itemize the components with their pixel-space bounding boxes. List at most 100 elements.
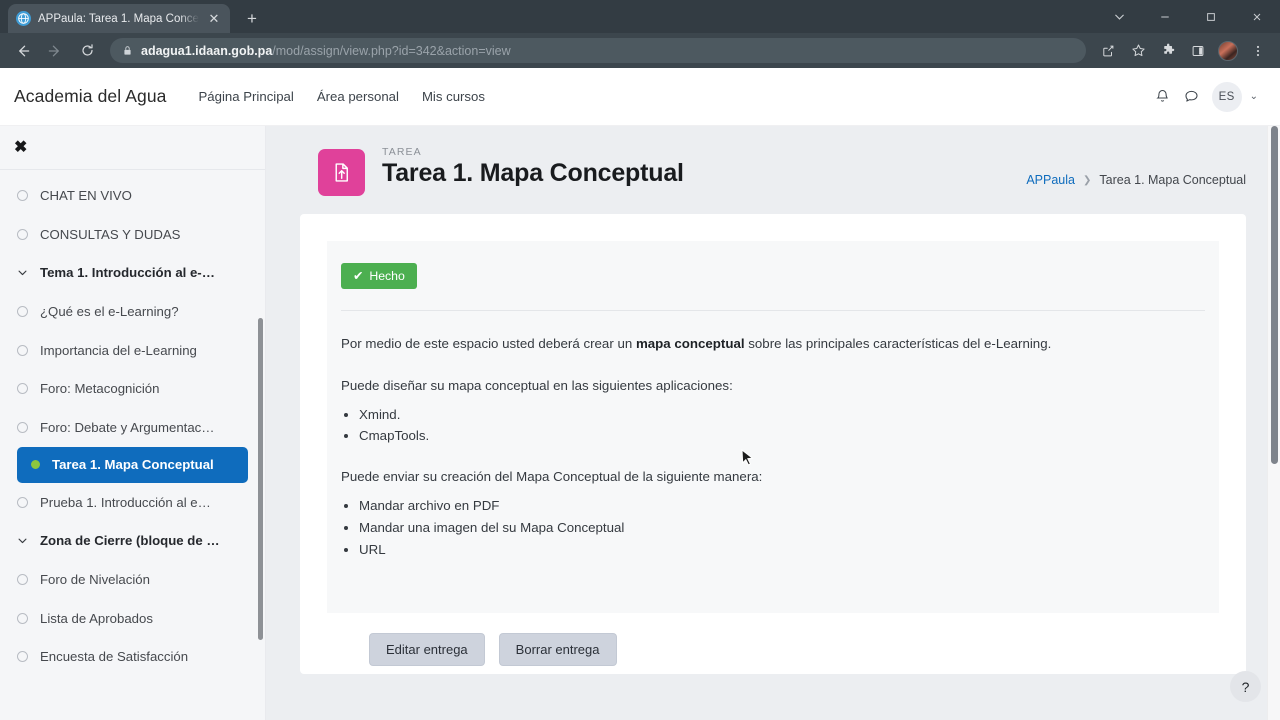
avatar [1218,40,1238,61]
chrome-menu-icon[interactable] [1244,37,1272,65]
sidebar-item-consultas-y-dudas[interactable]: CONSULTAS Y DUDAS [0,215,265,254]
activity-header: TAREA Tarea 1. Mapa Conceptual APPaula ❯… [300,146,1246,214]
sidebar-item-label: CONSULTAS Y DUDAS [40,226,181,242]
window-close-icon[interactable] [1234,0,1280,33]
main-content: TAREA Tarea 1. Mapa Conceptual APPaula ❯… [266,126,1280,720]
sidebar-item-chat-en-vivo[interactable]: CHAT EN VIVO [0,176,265,215]
nav-link-mis-cursos[interactable]: Mis cursos [422,89,485,104]
url-domain: adagua1.idaan.gob.pa [141,43,273,58]
url-path: /mod/assign/view.php?id=342&action=view [272,43,511,58]
sidebar-group-label: Tema 1. Introducción al e-… [40,265,215,281]
sidebar-item-label: CHAT EN VIVO [40,187,132,203]
circle-icon [17,228,28,240]
status-badge-label: Hecho [369,269,405,283]
page-title: Tarea 1. Mapa Conceptual [382,159,684,187]
page-viewport: Academia del Agua Página Principal Área … [0,68,1280,720]
sidebar-item-label: Lista de Aprobados [40,610,153,626]
delete-submission-button[interactable]: Borrar entrega [498,633,617,666]
activity-description-panel: ✔ Hecho Por medio de este espacio usted … [327,241,1219,613]
list-item: Mandar una imagen del su Mapa Conceptual [359,517,1205,539]
tab-close-icon[interactable]: ✕ [206,12,222,25]
sidebar-item-label: ¿Qué es el e-Learning? [40,303,179,319]
site-brand[interactable]: Academia del Agua [14,86,167,107]
sidebar-item-que-es-el-elearning[interactable]: ¿Qué es el e-Learning? [0,292,265,331]
apps-list: Xmind. CmapTools. [341,404,1205,448]
page-body: ✖ CHAT EN VIVO CONSULTAS Y DUDAS Tema 1.… [0,126,1280,720]
list-item: URL [359,539,1205,561]
circle-icon [17,612,28,624]
window-minimize-icon[interactable] [1142,0,1188,33]
activity-title-wrap: TAREA Tarea 1. Mapa Conceptual [382,146,684,188]
sidebar-item-foro-de-nivelacion[interactable]: Foro de Nivelación [0,560,265,599]
drawer-scrollbar-thumb[interactable] [258,318,263,640]
tab-title: APPaula: Tarea 1. Mapa Concept [38,12,199,25]
breadcrumb-separator-icon: ❯ [1082,174,1092,186]
divider [341,310,1205,311]
page-scrollbar[interactable] [1267,126,1280,720]
sidebar-item-label: Tarea 1. Mapa Conceptual [52,457,214,473]
sidebar-item-lista-de-aprobados[interactable]: Lista de Aprobados [0,599,265,638]
intro-text-after: sobre las principales características de… [744,336,1052,351]
assignment-icon [318,149,365,196]
circle-icon [17,189,28,201]
address-bar[interactable]: adagua1.idaan.gob.pa/mod/assign/view.php… [110,38,1086,63]
notifications-bell-icon[interactable] [1154,88,1171,105]
close-icon[interactable]: ✖ [14,139,27,156]
activity-description: Por medio de este espacio usted deberá c… [341,334,1205,560]
edit-submission-button[interactable]: Editar entrega [369,633,485,666]
browser-toolbar: adagua1.idaan.gob.pa/mod/assign/view.php… [0,33,1280,68]
primary-navigation: Página Principal Área personal Mis curso… [199,89,485,104]
back-button[interactable] [8,36,38,66]
circle-icon [17,305,28,317]
intro-text-before: Por medio de este espacio usted deberá c… [341,336,636,351]
sidebar-item-tarea-1-mapa-conceptual[interactable]: Tarea 1. Mapa Conceptual [17,446,248,483]
circle-icon [17,651,28,663]
list-item: Mandar archivo en PDF [359,495,1205,517]
browser-tabstrip: APPaula: Tarea 1. Mapa Concept ✕ + [0,0,1280,33]
apps-lead-paragraph: Puede diseñar su mapa conceptual en las … [341,378,733,394]
sidebar-item-label: Foro de Nivelación [40,572,150,588]
nav-link-pagina-principal[interactable]: Página Principal [199,89,294,104]
activity-type-label: TAREA [382,146,422,158]
sidebar-item-foro-debate[interactable]: Foro: Debate y Argumentac… [0,408,265,447]
reload-button[interactable] [72,36,102,66]
share-icon[interactable] [1094,37,1122,65]
sidebar-group-tema-1[interactable]: Tema 1. Introducción al e-… [0,253,265,292]
intro-paragraph: Por medio de este espacio usted deberá c… [341,334,1205,353]
status-badge[interactable]: ✔ Hecho [341,263,417,289]
submission-actions: Editar entrega Borrar entrega [327,613,1219,666]
send-lead-paragraph: Puede enviar su creación del Mapa Concep… [341,469,763,485]
browser-tab[interactable]: APPaula: Tarea 1. Mapa Concept ✕ [8,4,230,33]
header-actions: ES ⌄ [1154,81,1258,112]
sidebar-item-prueba-1[interactable]: Prueba 1. Introducción al e… [0,483,265,522]
side-panel-icon[interactable] [1184,37,1212,65]
forward-button[interactable] [40,36,70,66]
profile-chevron-icon[interactable] [1096,0,1142,33]
chevron-down-icon [17,267,28,278]
breadcrumb: APPaula ❯ Tarea 1. Mapa Conceptual [1026,146,1246,187]
window-maximize-icon[interactable] [1188,0,1234,33]
language-menu[interactable]: ES [1211,81,1242,112]
profile-avatar[interactable] [1214,37,1242,65]
extensions-puzzle-icon[interactable] [1154,37,1182,65]
lock-icon [122,45,133,56]
sidebar-item-label: Encuesta de Satisfacción [40,649,189,665]
window-controls [1096,0,1280,33]
sidebar-group-zona-de-cierre[interactable]: Zona de Cierre (bloque de … [0,522,265,561]
sidebar-item-importancia-del-elearning[interactable]: Importancia del e-Learning [0,331,265,370]
breadcrumb-course-link[interactable]: APPaula [1026,173,1075,187]
sidebar-item-label: Importancia del e-Learning [40,342,197,358]
sidebar-item-foro-metacognicion[interactable]: Foro: Metacognición [0,369,265,408]
breadcrumb-current: Tarea 1. Mapa Conceptual [1099,173,1246,187]
chevron-down-icon[interactable]: ⌄ [1250,91,1258,102]
circle-icon [17,496,28,508]
nav-link-area-personal[interactable]: Área personal [317,89,399,104]
page-scrollbar-thumb[interactable] [1271,126,1278,464]
help-button[interactable]: ? [1230,671,1261,702]
new-tab-button[interactable]: + [242,10,262,27]
activity-card: ✔ Hecho Por medio de este espacio usted … [300,214,1246,674]
bookmark-star-icon[interactable] [1124,37,1152,65]
sidebar-item-encuesta-de-satisfaccion[interactable]: Encuesta de Satisfacción [0,638,265,677]
messages-bubble-icon[interactable] [1183,88,1200,105]
drawer-item-list: CHAT EN VIVO CONSULTAS Y DUDAS Tema 1. I… [0,170,265,676]
